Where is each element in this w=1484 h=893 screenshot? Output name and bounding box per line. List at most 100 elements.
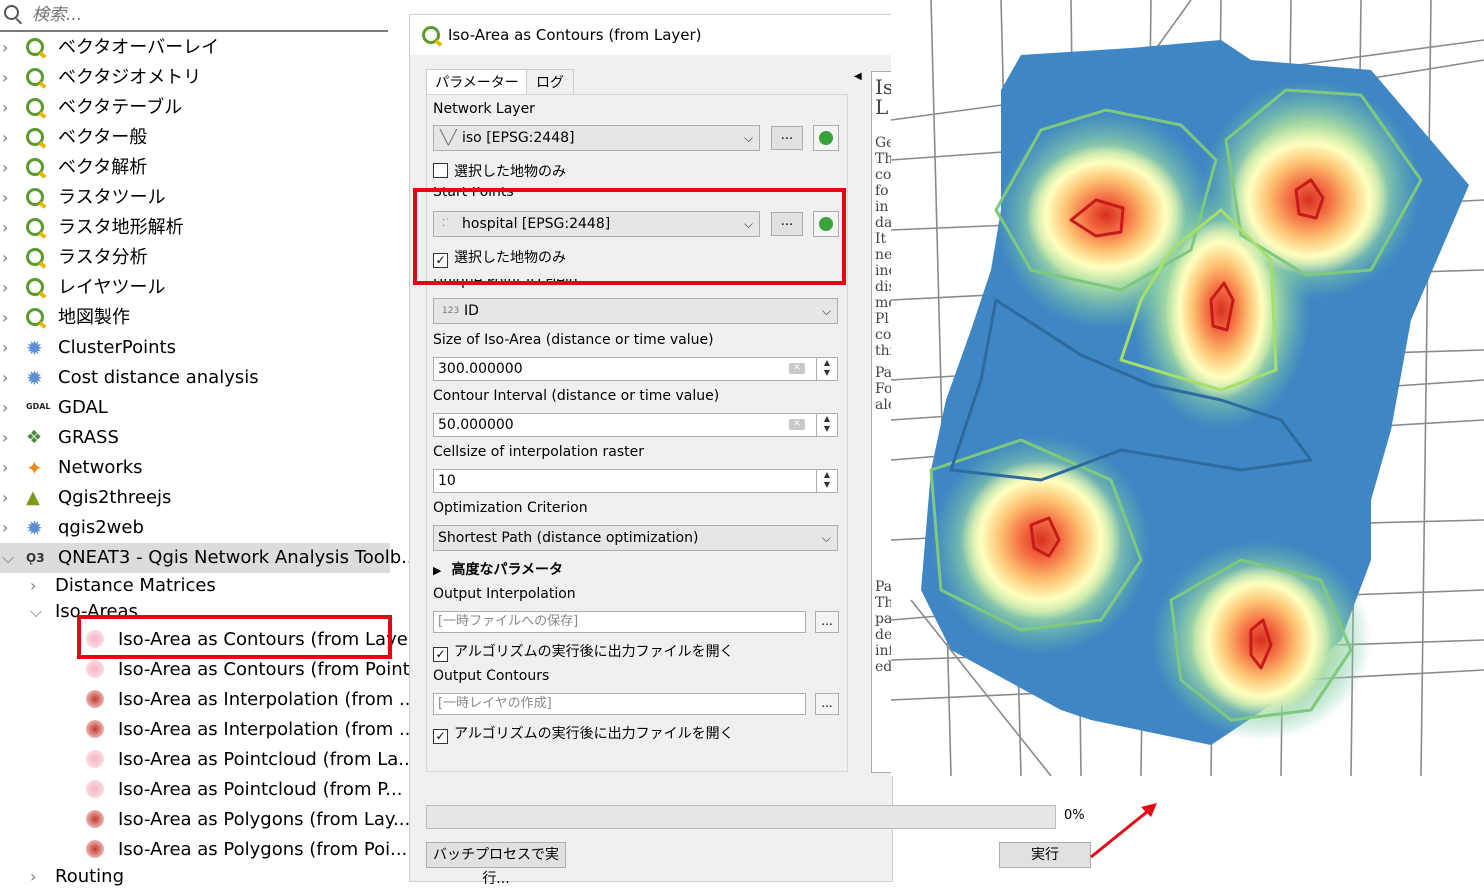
advanced-parameters-toggle[interactable]: ▶ 高度なパラメータ xyxy=(433,559,563,579)
qgis-icon xyxy=(26,68,44,86)
chevron-right-icon[interactable]: › xyxy=(2,453,16,483)
collapse-arrow-icon[interactable]: ◀ xyxy=(854,71,862,82)
chevron-right-icon[interactable]: › xyxy=(2,303,16,333)
tree-provider-8[interactable]: › レイヤツール xyxy=(0,273,390,303)
qgis-icon xyxy=(26,248,44,266)
tree-algorithm-4[interactable]: Iso-Area as Pointcloud (from La... xyxy=(0,745,415,775)
tree-provider-16[interactable]: › ✹ qgis2web xyxy=(0,513,390,543)
help-text-fragment: L xyxy=(875,95,889,119)
tree-provider-12[interactable]: › GDAL GDAL xyxy=(0,393,390,423)
spin-arrows-icon[interactable]: ▲ ▼ xyxy=(816,470,837,492)
help-text-fragment: Pa xyxy=(875,365,893,381)
tree-provider-label: ベクタテーブル xyxy=(58,97,183,118)
chevron-right-icon[interactable]: › xyxy=(2,93,16,123)
chevron-right-icon[interactable]: › xyxy=(2,273,16,303)
output-contours-input[interactable]: [一時レイヤの作成] xyxy=(433,693,806,715)
network-layer-iterate-button[interactable] xyxy=(813,125,839,151)
tree-provider-11[interactable]: › ✹ Cost distance analysis xyxy=(0,363,390,393)
chevron-right-icon[interactable]: › xyxy=(2,393,16,423)
spin-arrows-icon[interactable]: ▲ ▼ xyxy=(816,414,837,436)
cellsize-label: Cellsize of interpolation raster xyxy=(433,444,645,460)
chevron-right-icon[interactable]: › xyxy=(2,183,16,213)
tree-provider-3[interactable]: › ベクター般 xyxy=(0,123,390,153)
iso-area-icon xyxy=(86,840,104,858)
batch-process-button[interactable]: バッチプロセスで実行... xyxy=(426,842,566,887)
output-interpolation-label: Output Interpolation xyxy=(433,586,576,602)
iterate-icon xyxy=(819,131,833,145)
tree-provider-13[interactable]: › ❖ GRASS xyxy=(0,423,390,453)
output-contours-browse-button[interactable]: ... xyxy=(815,693,839,715)
chevron-right-icon[interactable]: › xyxy=(2,123,16,153)
tree-provider-14[interactable]: › ✦ Networks xyxy=(0,453,390,483)
qneat3-icon: Ǫ3 xyxy=(26,551,45,565)
map-canvas[interactable] xyxy=(891,0,1484,776)
tab-log[interactable]: ログ xyxy=(526,69,574,96)
iso-area-map xyxy=(891,0,1484,776)
tree-provider-7[interactable]: › ラスタ分析 xyxy=(0,243,390,273)
open-contours-checkbox[interactable]: ✓ アルゴリズムの実行後に出力ファイルを開く xyxy=(433,723,734,744)
help-text-fragment: Pl xyxy=(875,311,889,327)
chevron-right-icon[interactable]: › xyxy=(2,423,16,453)
qgis-icon xyxy=(26,158,44,176)
tree-provider-15[interactable]: › ▲ Qgis2threejs xyxy=(0,483,390,513)
chevron-right-icon[interactable]: › xyxy=(2,513,16,543)
network-selected-only-checkbox[interactable]: 選択した地物のみ xyxy=(433,161,566,181)
chevron-right-icon[interactable]: › xyxy=(2,243,16,273)
chevron-right-icon[interactable]: › xyxy=(30,862,44,892)
open-interpolation-checkbox[interactable]: ✓ アルゴリズムの実行後に出力ファイルを開く xyxy=(433,641,734,662)
network-layer-browse-button[interactable]: ... xyxy=(771,126,803,150)
tree-provider-9[interactable]: › 地図製作 xyxy=(0,303,390,333)
help-text-fragment: da xyxy=(875,215,893,231)
tree-provider-6[interactable]: › ラスタ地形解析 xyxy=(0,213,390,243)
chevron-down-icon[interactable]: ⌵ xyxy=(30,597,44,627)
help-text-fragment: Fo xyxy=(875,381,893,397)
tab-parameters[interactable]: パラメーター xyxy=(426,69,528,96)
output-interpolation-browse-button[interactable]: ... xyxy=(815,611,839,633)
tree-group-routing[interactable]: › Routing xyxy=(0,862,390,892)
tree-algorithm-7[interactable]: Iso-Area as Polygons (from Poi... xyxy=(0,835,407,865)
chevron-right-icon[interactable]: › xyxy=(2,33,16,63)
size-input[interactable]: 300.000000 ✕ ▲ ▼ xyxy=(433,357,838,381)
spin-arrows-icon[interactable]: ▲ ▼ xyxy=(816,358,837,380)
run-button[interactable]: 実行 xyxy=(999,842,1091,868)
tree-algorithm-6[interactable]: Iso-Area as Polygons (from Lay... xyxy=(0,805,410,835)
chevron-right-icon[interactable]: › xyxy=(2,363,16,393)
clear-icon[interactable]: ✕ xyxy=(789,363,805,374)
tree-provider-17[interactable]: ⌵ Ǫ3 QNEAT3 - Qgis Network Analysis Toolb.… xyxy=(0,543,418,573)
unique-id-combo[interactable]: 123 ID ⌵ xyxy=(433,298,838,324)
chevron-right-icon[interactable]: › xyxy=(2,213,16,243)
interval-input[interactable]: 50.000000 ✕ ▲ ▼ xyxy=(433,413,838,437)
tree-provider-10[interactable]: › ✹ ClusterPoints xyxy=(0,333,390,363)
chevron-right-icon[interactable]: › xyxy=(2,333,16,363)
cellsize-input[interactable]: 10 ▲ ▼ xyxy=(433,469,838,493)
chevron-down-icon[interactable]: ⌵ xyxy=(2,543,16,573)
network-layer-combo[interactable]: ╲╱ iso [EPSG:2448] ⌵ xyxy=(433,125,760,151)
tree-algorithm-3[interactable]: Iso-Area as Interpolation (from ... xyxy=(0,715,416,745)
tree-provider-0[interactable]: › ベクタオーバーレイ xyxy=(0,33,390,63)
tree-algorithm-2[interactable]: Iso-Area as Interpolation (from ... xyxy=(0,685,416,715)
help-text-fragment: in xyxy=(875,199,889,215)
chevron-right-icon[interactable]: › xyxy=(2,153,16,183)
chevron-right-icon[interactable]: › xyxy=(2,483,16,513)
progress-percent: 0% xyxy=(1064,808,1085,823)
clear-icon[interactable]: ✕ xyxy=(789,419,805,430)
checkbox-checked-icon: ✓ xyxy=(433,729,448,744)
chevron-right-icon[interactable]: › xyxy=(2,63,16,93)
tree-algorithm-1[interactable]: Iso-Area as Contours (from Point) xyxy=(0,655,417,685)
output-interpolation-input[interactable]: [一時ファイルへの保存] xyxy=(433,611,806,633)
iso-area-fill xyxy=(921,40,1469,745)
tree-provider-2[interactable]: › ベクタテーブル xyxy=(0,93,390,123)
tree-provider-5[interactable]: › ラスタツール xyxy=(0,183,390,213)
tree-algorithm-5[interactable]: Iso-Area as Pointcloud (from P... xyxy=(0,775,402,805)
optimization-combo[interactable]: Shortest Path (distance optimization) ⌵ xyxy=(433,525,838,551)
tree-provider-label: ラスタ分析 xyxy=(58,247,148,268)
qgis-icon xyxy=(422,26,440,44)
tree-provider-label: qgis2web xyxy=(58,517,144,538)
iso-area-icon xyxy=(86,660,104,678)
help-text-fragment: co xyxy=(875,167,892,183)
tree-provider-1[interactable]: › ベクタジオメトリ xyxy=(0,63,390,93)
interval-label: Contour Interval (distance or time value… xyxy=(433,388,720,404)
tree-provider-label: 地図製作 xyxy=(58,307,130,328)
search-input[interactable] xyxy=(30,3,374,27)
tree-provider-4[interactable]: › ベクタ解析 xyxy=(0,153,390,183)
